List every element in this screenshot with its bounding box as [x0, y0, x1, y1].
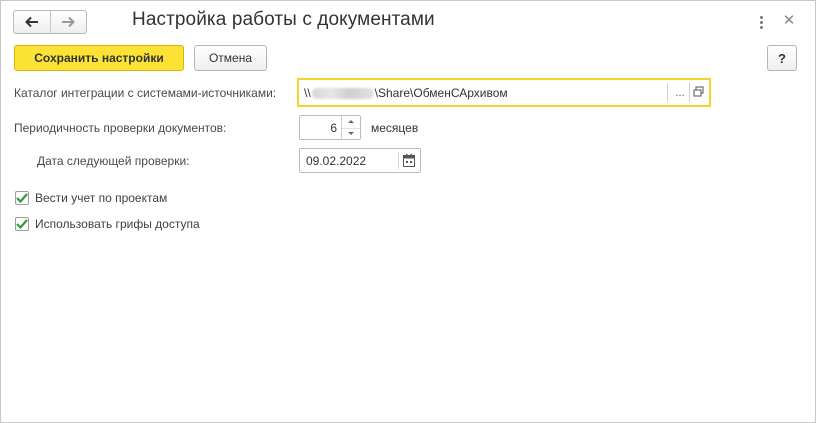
check-period-field[interactable]: 6: [299, 115, 361, 140]
integration-catalog-label: Каталог интеграции с системами-источника…: [14, 86, 277, 100]
chevron-down-icon: [348, 132, 354, 136]
increment-button[interactable]: [342, 116, 360, 128]
next-check-date-field[interactable]: 09.02.2022: [299, 148, 421, 173]
close-icon[interactable]: ✕: [781, 13, 797, 29]
more-menu-icon[interactable]: [753, 13, 769, 31]
check-period-unit: месяцев: [371, 121, 419, 135]
check-period-label: Периодичность проверки документов:: [14, 121, 227, 135]
window-title: Настройка работы с документами: [132, 9, 435, 30]
checkmark-icon: [16, 193, 28, 203]
cancel-button[interactable]: Отмена: [194, 45, 267, 71]
chevron-up-icon: [348, 120, 354, 124]
check-period-value: 6: [330, 121, 337, 135]
access-labels-checkbox-label: Использовать грифы доступа: [35, 217, 200, 231]
settings-window: Настройка работы с документами ✕ Сохрани…: [0, 0, 816, 423]
check-period-stepper[interactable]: [341, 116, 360, 139]
back-button[interactable]: [14, 11, 50, 33]
help-button[interactable]: ?: [767, 45, 797, 71]
forward-button[interactable]: [49, 11, 87, 33]
next-check-date-value: 09.02.2022: [306, 154, 367, 168]
projects-checkbox[interactable]: [15, 191, 29, 205]
integration-catalog-field[interactable]: \\ \Share\ОбменСАрхивом ...: [297, 78, 711, 107]
checkbox-row-access-labels[interactable]: Использовать грифы доступа: [15, 217, 200, 231]
decrement-button[interactable]: [342, 127, 360, 140]
redacted-server-name: [311, 88, 374, 100]
open-window-icon: [693, 86, 704, 97]
checkbox-row-projects[interactable]: Вести учет по проектам: [15, 191, 167, 205]
select-catalog-button[interactable]: ...: [671, 82, 689, 103]
save-settings-button[interactable]: Сохранить настройки: [14, 45, 184, 71]
nav-buttons: [13, 10, 87, 34]
open-catalog-button[interactable]: [691, 84, 707, 100]
calendar-icon[interactable]: [403, 154, 415, 167]
arrow-right-icon: [62, 16, 76, 28]
arrow-left-icon: [24, 16, 38, 28]
access-labels-checkbox[interactable]: [15, 217, 29, 231]
checkmark-icon: [16, 219, 28, 229]
next-check-date-label: Дата следующей проверки:: [37, 154, 190, 168]
projects-checkbox-label: Вести учет по проектам: [35, 191, 168, 205]
integration-catalog-value: \\ \Share\ОбменСАрхивом: [304, 86, 508, 100]
